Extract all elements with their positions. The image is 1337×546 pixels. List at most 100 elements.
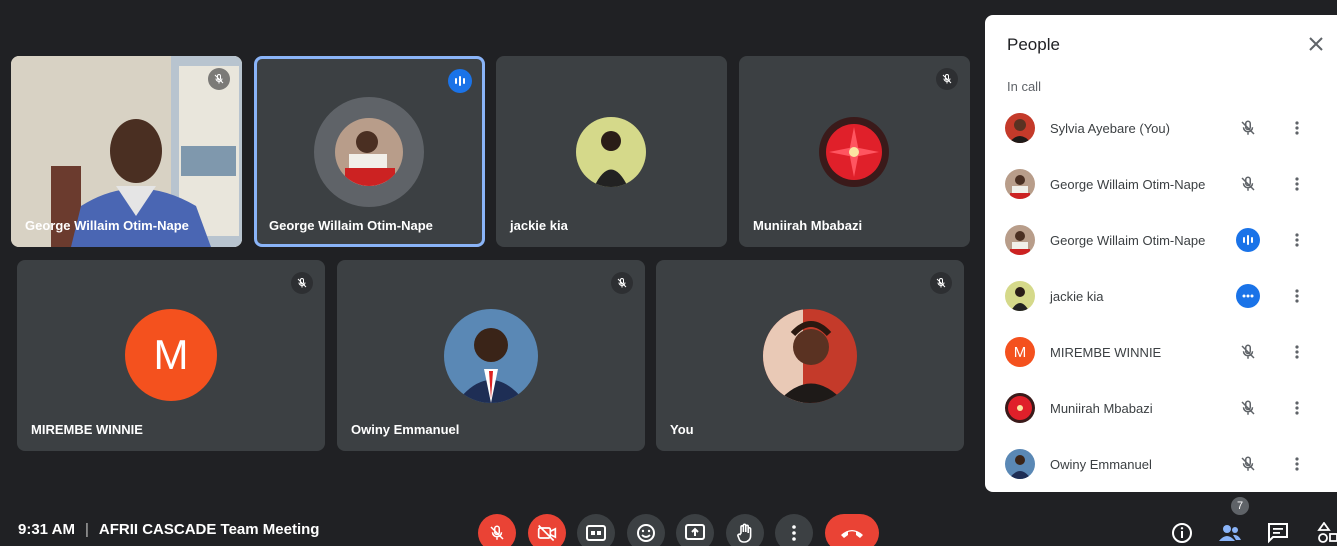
initial-avatar: M bbox=[1005, 337, 1035, 367]
closed-captions-icon bbox=[586, 525, 606, 541]
participant-avatar bbox=[1005, 169, 1035, 199]
tile-name-label: Owiny Emmanuel bbox=[351, 422, 460, 437]
people-button[interactable] bbox=[1216, 519, 1244, 546]
meet-stage: George Willaim Otim-Nape George Willaim … bbox=[0, 0, 1337, 546]
participant-avatar bbox=[576, 117, 646, 187]
more-options-button[interactable] bbox=[1285, 284, 1309, 308]
mic-off-icon bbox=[1241, 120, 1255, 135]
tile-name-label: George Willaim Otim-Nape bbox=[269, 218, 433, 233]
raise-hand-button[interactable] bbox=[726, 514, 764, 546]
participant-speaking-status bbox=[1236, 228, 1260, 252]
captions-button[interactable] bbox=[577, 514, 615, 546]
mic-off-icon bbox=[490, 525, 504, 540]
participant-name: Muniirah Mbabazi bbox=[1050, 401, 1153, 416]
people-icon bbox=[1219, 525, 1241, 541]
participant-row[interactable]: Owiny Emmanuel bbox=[985, 436, 1337, 492]
tile-name-label: George Willaim Otim-Nape bbox=[25, 218, 189, 233]
participant-avatar bbox=[335, 118, 403, 186]
more-vert-icon bbox=[1295, 401, 1299, 415]
video-tile-george-speaking[interactable]: George Willaim Otim-Nape bbox=[254, 56, 485, 247]
hand-icon bbox=[737, 523, 752, 543]
more-options-button[interactable] bbox=[1285, 396, 1309, 420]
mic-off-icon bbox=[1241, 344, 1255, 359]
participant-row[interactable]: M MIREMBE WINNIE bbox=[985, 324, 1337, 380]
video-off-icon bbox=[537, 524, 557, 542]
participant-avatar bbox=[1005, 113, 1035, 143]
participant-avatar bbox=[444, 309, 538, 403]
hang-up-icon bbox=[841, 530, 863, 538]
video-tile-you[interactable]: You bbox=[656, 260, 964, 451]
leave-call-button[interactable] bbox=[825, 514, 879, 546]
meeting-details-button[interactable] bbox=[1168, 519, 1196, 546]
chat-button[interactable] bbox=[1264, 519, 1292, 546]
mic-off-icon bbox=[1241, 176, 1255, 191]
participant-row[interactable]: jackie kia bbox=[985, 268, 1337, 324]
participant-connecting-status bbox=[1236, 284, 1260, 308]
mic-off-icon bbox=[942, 73, 952, 84]
more-options-button[interactable] bbox=[1285, 172, 1309, 196]
participant-mic-status bbox=[1236, 116, 1260, 140]
emoji-icon bbox=[637, 524, 655, 542]
mic-off-icon bbox=[936, 277, 946, 288]
participant-row[interactable]: Sylvia Ayebare (You) bbox=[985, 100, 1337, 156]
participant-name: MIREMBE WINNIE bbox=[1050, 345, 1162, 360]
present-screen-button[interactable] bbox=[676, 514, 714, 546]
more-vert-icon bbox=[792, 525, 796, 541]
meeting-info: 9:31 AM | AFRII CASCADE Team Meeting bbox=[18, 521, 319, 538]
tile-name-label: Muniirah Mbabazi bbox=[753, 218, 863, 233]
tile-muted-indicator bbox=[930, 272, 952, 294]
avatar-initial: M bbox=[153, 331, 189, 378]
more-vert-icon bbox=[1295, 233, 1299, 247]
tile-muted-indicator bbox=[208, 68, 230, 90]
tile-muted-indicator bbox=[936, 68, 958, 90]
participant-name: George Willaim Otim-Nape bbox=[1050, 233, 1206, 248]
close-icon bbox=[1309, 37, 1323, 51]
participant-avatar bbox=[819, 117, 889, 187]
audio-level-icon bbox=[455, 76, 465, 86]
video-tile-owiny[interactable]: Owiny Emmanuel bbox=[337, 260, 645, 451]
activities-button[interactable] bbox=[1314, 519, 1337, 546]
mic-off-icon bbox=[1241, 456, 1255, 471]
meeting-separator: | bbox=[84, 521, 89, 538]
panel-title: People bbox=[1007, 35, 1060, 54]
reactions-button[interactable] bbox=[627, 514, 665, 546]
participant-avatar bbox=[1005, 281, 1035, 311]
mic-toggle-button[interactable] bbox=[478, 514, 516, 546]
more-options-button[interactable] bbox=[1285, 340, 1309, 364]
participant-count-badge: 7 bbox=[1231, 497, 1249, 515]
more-vert-icon bbox=[1295, 177, 1299, 191]
participant-row[interactable]: George Willaim Otim-Nape bbox=[985, 212, 1337, 268]
more-options-button[interactable] bbox=[1285, 116, 1309, 140]
mic-off-icon bbox=[617, 277, 627, 288]
participant-name: jackie kia bbox=[1050, 289, 1104, 304]
more-vert-icon bbox=[1295, 289, 1299, 303]
participant-mic-status bbox=[1236, 396, 1260, 420]
video-tile-muniirah[interactable]: Muniirah Mbabazi bbox=[739, 56, 970, 247]
participant-row[interactable]: George Willaim Otim-Nape bbox=[985, 156, 1337, 212]
participant-name: Owiny Emmanuel bbox=[1050, 457, 1152, 472]
mic-off-icon bbox=[297, 277, 307, 288]
close-panel-button[interactable] bbox=[1305, 33, 1327, 55]
more-vert-icon bbox=[1295, 345, 1299, 359]
participant-mic-status bbox=[1236, 452, 1260, 476]
more-options-button[interactable] bbox=[1285, 228, 1309, 252]
tile-speaking-indicator bbox=[448, 69, 472, 93]
initial-avatar: M bbox=[125, 309, 217, 401]
more-options-button[interactable] bbox=[775, 514, 813, 546]
more-horiz-icon bbox=[1242, 294, 1254, 298]
participant-avatar bbox=[1005, 393, 1035, 423]
meeting-time: 9:31 AM bbox=[18, 521, 75, 538]
avatar-initial: M bbox=[1013, 343, 1027, 361]
activities-icon bbox=[1317, 522, 1337, 543]
video-tile-george-camera[interactable]: George Willaim Otim-Nape bbox=[11, 56, 242, 247]
participant-avatar bbox=[1005, 225, 1035, 255]
chat-icon bbox=[1268, 523, 1288, 544]
camera-toggle-button[interactable] bbox=[528, 514, 566, 546]
participant-row[interactable]: Muniirah Mbabazi bbox=[985, 380, 1337, 436]
info-icon bbox=[1172, 523, 1192, 543]
video-tile-mirembe[interactable]: M MIREMBE WINNIE bbox=[17, 260, 325, 451]
more-vert-icon bbox=[1295, 121, 1299, 135]
mic-off-icon bbox=[214, 73, 224, 84]
more-options-button[interactable] bbox=[1285, 452, 1309, 476]
video-tile-jackie[interactable]: jackie kia bbox=[496, 56, 727, 247]
